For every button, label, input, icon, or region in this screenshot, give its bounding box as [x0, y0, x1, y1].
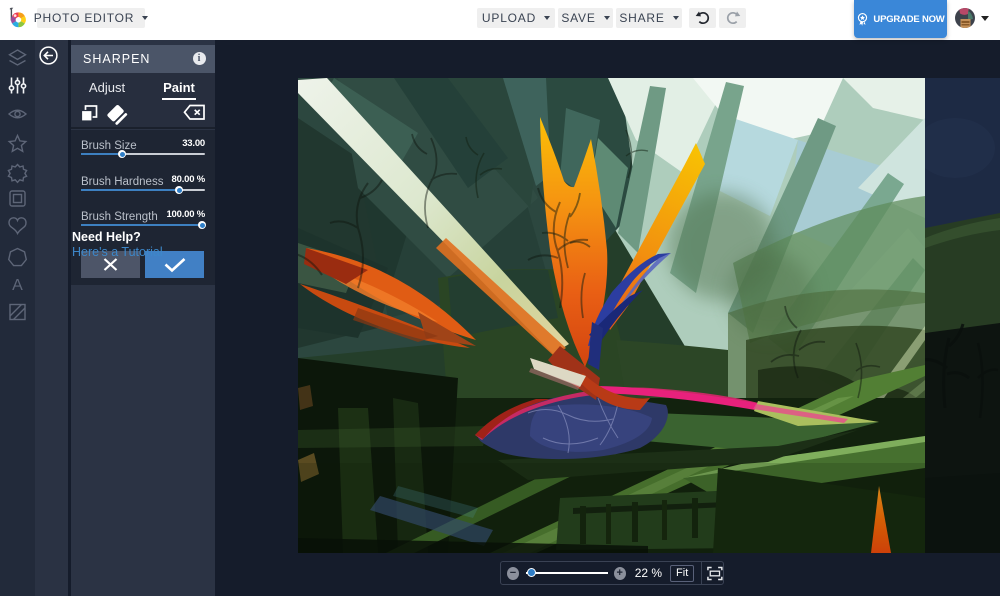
- svg-text:A: A: [12, 277, 23, 294]
